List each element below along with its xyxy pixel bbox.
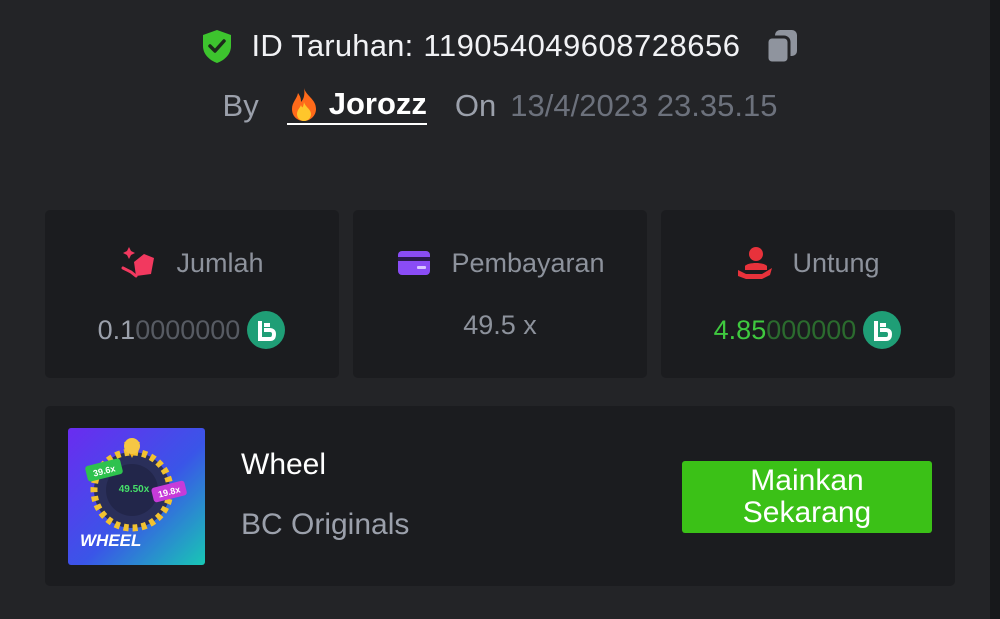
game-name: Wheel [241,448,327,481]
payout-card: Pembayaran 49.5 x [353,210,647,378]
hand-profit-icon [736,244,774,282]
game-thumbnail[interactable]: 39.6x 49.50x 19.8x WHEEL [68,428,205,565]
game-provider: BC Originals [241,508,410,541]
fire-icon [287,86,321,122]
by-label: By [222,87,259,123]
payout-value: 49.5 x [463,310,537,340]
amount-card: Jumlah 0.1 0000000 [45,210,339,378]
bc-coin-icon [246,310,286,350]
payout-label: Pembayaran [451,247,605,278]
profit-value: 4.85 [713,314,767,345]
bet-stats: Jumlah 0.1 0000000 Pembayaran 49.5 x Unt… [45,210,955,378]
bc-coin-icon [862,310,902,350]
user-profile-link[interactable]: Jorozz [286,86,427,125]
thumbnail-title: WHEEL [80,531,141,550]
wallet-card-icon [395,244,433,282]
amount-value-trailing-zeros: 0000000 [135,314,241,345]
play-now-button[interactable]: Mainkan Sekarang [682,461,932,533]
username: Jorozz [328,86,427,121]
profit-card: Untung 4.85 000000 [661,210,955,378]
coins-hand-icon [120,244,158,282]
bet-id-row: ID Taruhan: 119054049608728656 [0,26,1000,66]
bet-id-value: 119054049608728656 [423,28,741,63]
profit-value-trailing-zeros: 000000 [766,314,857,345]
amount-value: 0.1 [97,314,136,345]
copy-icon[interactable] [762,26,802,66]
author-row: By Jorozz On 13/4/2023 23.35.15 [0,86,1000,125]
profit-label: Untung [792,247,880,278]
game-card: 39.6x 49.50x 19.8x WHEEL Wheel BC Origin… [45,406,955,586]
shield-check-icon [198,27,236,65]
on-label: On [454,87,497,123]
bet-datetime: 13/4/2023 23.35.15 [510,87,778,123]
bet-id-label: ID Taruhan: [251,28,414,63]
thumbnail-badge-center: 49.50x [119,484,150,495]
amount-label: Jumlah [176,247,264,278]
